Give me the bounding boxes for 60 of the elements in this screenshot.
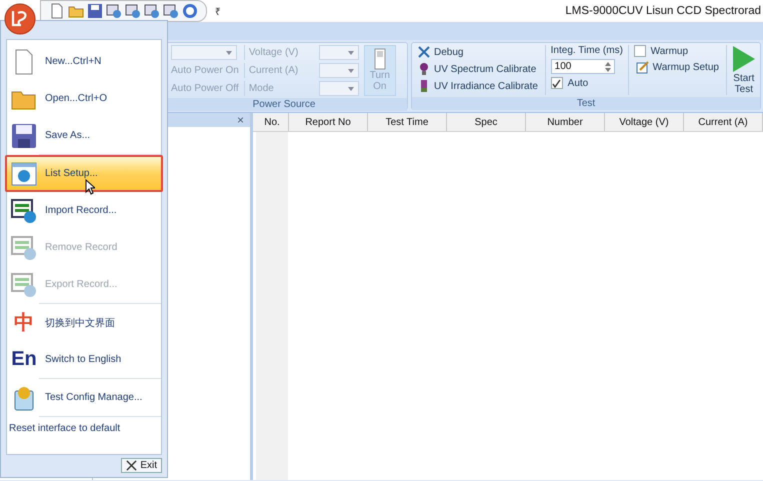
reset-interface-link[interactable]: Reset interface to default xyxy=(7,417,161,436)
chinese-character-icon: 中 xyxy=(11,309,37,336)
play-icon xyxy=(732,45,756,73)
column-header[interactable]: No. xyxy=(256,113,289,131)
menu-item[interactable]: Save As... xyxy=(7,117,161,154)
menu-item[interactable]: New...Ctrl+N xyxy=(7,43,161,80)
record-icon[interactable] xyxy=(106,3,122,19)
dropdown-arrow-icon xyxy=(348,87,354,91)
auto-checkbox[interactable]: Auto xyxy=(550,77,623,89)
column-header[interactable]: Voltage (V) xyxy=(605,113,684,131)
spinner-arrows-icon xyxy=(604,62,611,72)
record-list-icon xyxy=(11,198,37,224)
record-icon[interactable] xyxy=(163,3,179,19)
close-icon xyxy=(126,460,138,471)
record-icon[interactable] xyxy=(144,3,160,19)
field-label: Current (A) xyxy=(244,63,315,78)
menu-item[interactable]: Import Record... xyxy=(7,192,161,229)
menu-item[interactable]: 中 切换到中文界面 xyxy=(7,304,161,341)
dropdown-arrow-icon xyxy=(226,51,232,55)
column-header[interactable]: Current (A) xyxy=(684,113,763,131)
integration-time-label: Integ. Time (ms) xyxy=(550,45,623,56)
tools-icon xyxy=(418,46,430,58)
close-icon[interactable]: × xyxy=(236,113,244,127)
bulb-icon xyxy=(418,63,430,75)
column-header[interactable]: Test Time xyxy=(368,113,447,131)
column-header[interactable]: Number xyxy=(526,113,605,131)
warmup-checkbox[interactable]: Warmup xyxy=(634,45,721,57)
record-list-icon xyxy=(11,272,37,298)
menu-item[interactable]: En Switch to English xyxy=(7,341,161,378)
dropdown-arrow-icon xyxy=(348,69,354,73)
field-label: Mode xyxy=(244,81,315,96)
edit-icon xyxy=(636,61,649,74)
warmup-setup-button[interactable]: Warmup Setup xyxy=(634,60,721,75)
ribbon-action[interactable]: UV Spectrum Calibrate xyxy=(416,62,540,76)
gear-icon xyxy=(11,160,37,186)
ribbon-action[interactable]: UV Irradiance Calibrate xyxy=(416,79,540,93)
menu-item[interactable]: Open...Ctrl+O xyxy=(7,80,161,117)
save-icon xyxy=(11,122,37,148)
window-title: LMS-9000CUV Lisun CCD Spectrorad xyxy=(565,5,761,17)
record-list-icon xyxy=(11,234,37,260)
toolbar-menu-glyph[interactable]: ₹ xyxy=(215,4,221,18)
letters-icon: En xyxy=(11,348,37,371)
column-header[interactable]: Spec xyxy=(447,113,526,131)
switch-icon xyxy=(374,48,386,70)
dropdown-arrow-icon xyxy=(348,51,354,55)
ribbon-action[interactable]: Debug xyxy=(416,45,540,59)
menu-item[interactable]: List Setup... xyxy=(5,155,163,192)
menu-item[interactable]: Test Config Manage... xyxy=(7,379,161,416)
column-header[interactable]: Report No xyxy=(289,113,368,131)
checkmark-icon xyxy=(552,78,562,88)
field-label: Voltage (V) xyxy=(244,45,315,60)
save-icon[interactable] xyxy=(87,3,103,19)
exit-button[interactable]: Exit xyxy=(121,458,162,473)
start-test-button[interactable]: Start Test xyxy=(732,45,756,95)
record-icon[interactable] xyxy=(125,3,141,19)
integration-time-field[interactable]: 100 xyxy=(550,59,615,74)
application-logo[interactable] xyxy=(4,3,36,35)
mouse-cursor-icon xyxy=(85,179,95,195)
lamp-icon xyxy=(418,80,430,92)
group-label: Test xyxy=(412,97,760,110)
